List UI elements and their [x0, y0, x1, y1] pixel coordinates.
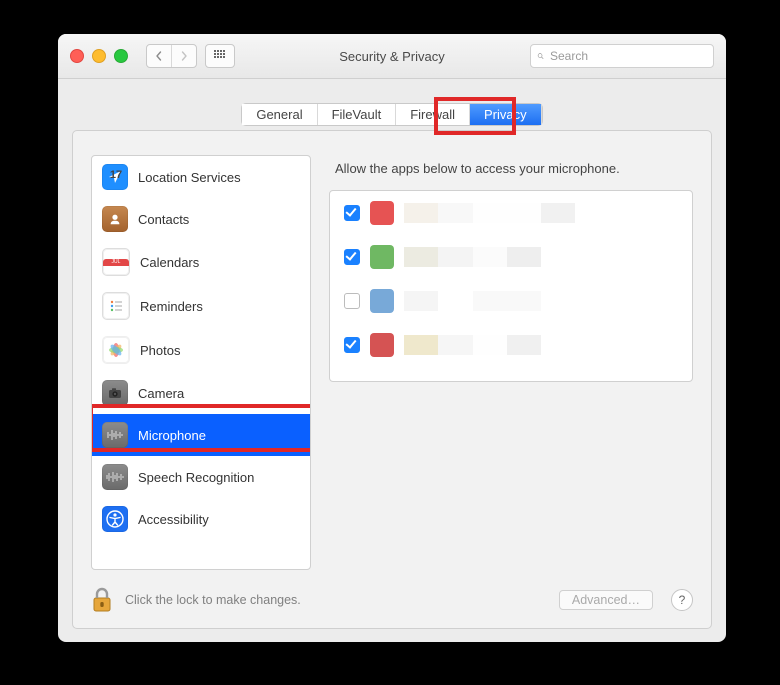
app-name-redacted	[404, 335, 678, 355]
show-all-button[interactable]	[205, 44, 235, 68]
sidebar-item-label: Accessibility	[138, 512, 209, 527]
app-permission-checkbox[interactable]	[344, 337, 360, 353]
sidebar-item-speech-recognition[interactable]: Speech Recognition	[92, 456, 310, 498]
app-permission-checkbox[interactable]	[344, 293, 360, 309]
titlebar: Security & Privacy	[58, 34, 726, 79]
app-icon	[370, 201, 394, 225]
zoom-window-button[interactable]	[114, 49, 128, 63]
sidebar-item-microphone[interactable]: Microphone	[92, 414, 310, 456]
app-row	[330, 279, 692, 323]
back-button[interactable]	[147, 45, 171, 67]
reminders-icon	[102, 292, 130, 320]
app-row	[330, 235, 692, 279]
sidebar-item-label: Location Services	[138, 170, 241, 185]
right-panel: Allow the apps below to access your micr…	[329, 155, 693, 570]
tab-label: General	[256, 107, 302, 122]
app-row	[330, 323, 692, 367]
minimize-window-button[interactable]	[92, 49, 106, 63]
tab-bar: General FileVault Firewall Privacy	[72, 103, 712, 126]
preferences-window: Security & Privacy General FileVault Fir…	[58, 34, 726, 642]
app-row	[330, 191, 692, 235]
lock-icon[interactable]	[91, 586, 115, 614]
lock-hint-text: Click the lock to make changes.	[125, 593, 301, 607]
camera-icon	[102, 380, 128, 406]
right-panel-heading: Allow the apps below to access your micr…	[329, 155, 693, 190]
preferences-panel: Location Services Contacts JUL 17 Cal	[72, 130, 712, 629]
app-icon	[370, 333, 394, 357]
speech-icon	[102, 464, 128, 490]
photos-icon	[102, 336, 130, 364]
app-name-redacted	[404, 247, 678, 267]
accessibility-icon	[102, 506, 128, 532]
nav-back-forward	[146, 44, 197, 68]
tab-label: Firewall	[410, 107, 455, 122]
grid-icon	[214, 50, 226, 62]
tab-filevault[interactable]: FileVault	[318, 104, 397, 125]
sidebar-item-photos[interactable]: Photos	[92, 328, 310, 372]
window-controls	[70, 49, 128, 63]
sidebar-item-label: Contacts	[138, 212, 189, 227]
search-field[interactable]	[530, 44, 714, 68]
privacy-category-sidebar: Location Services Contacts JUL 17 Cal	[91, 155, 311, 570]
sidebar-item-label: Microphone	[138, 428, 206, 443]
app-name-redacted	[404, 203, 678, 223]
close-window-button[interactable]	[70, 49, 84, 63]
sidebar-item-label: Speech Recognition	[138, 470, 254, 485]
segmented-control: General FileVault Firewall Privacy	[241, 103, 542, 126]
window-body: General FileVault Firewall Privacy Locat…	[58, 79, 726, 642]
app-icon	[370, 289, 394, 313]
sidebar-item-label: Camera	[138, 386, 184, 401]
sidebar-item-camera[interactable]: Camera	[92, 372, 310, 414]
forward-button[interactable]	[171, 45, 196, 67]
sidebar-item-contacts[interactable]: Contacts	[92, 198, 310, 240]
sidebar-item-accessibility[interactable]: Accessibility	[92, 498, 310, 540]
panel-footer: Click the lock to make changes. Advanced…	[91, 570, 693, 614]
tab-privacy[interactable]: Privacy	[470, 104, 542, 125]
sidebar-item-label: Reminders	[140, 299, 203, 314]
sidebar-item-label: Photos	[140, 343, 180, 358]
help-button[interactable]: ?	[671, 589, 693, 611]
advanced-button[interactable]: Advanced…	[559, 590, 653, 610]
app-permission-list	[329, 190, 693, 382]
app-name-redacted	[404, 291, 678, 311]
sidebar-item-reminders[interactable]: Reminders	[92, 284, 310, 328]
app-permission-checkbox[interactable]	[344, 249, 360, 265]
tab-label: FileVault	[332, 107, 382, 122]
contacts-icon	[102, 206, 128, 232]
search-input[interactable]	[548, 48, 707, 64]
tab-label: Privacy	[484, 107, 527, 122]
sidebar-item-calendars[interactable]: JUL 17 Calendars	[92, 240, 310, 284]
microphone-icon	[102, 422, 128, 448]
calendar-icon: JUL 17	[102, 248, 130, 276]
tab-general[interactable]: General	[242, 104, 317, 125]
search-icon	[537, 50, 544, 62]
app-permission-checkbox[interactable]	[344, 205, 360, 221]
tab-firewall[interactable]: Firewall	[396, 104, 470, 125]
sidebar-item-label: Calendars	[140, 255, 199, 270]
panel-columns: Location Services Contacts JUL 17 Cal	[91, 155, 693, 570]
app-icon	[370, 245, 394, 269]
